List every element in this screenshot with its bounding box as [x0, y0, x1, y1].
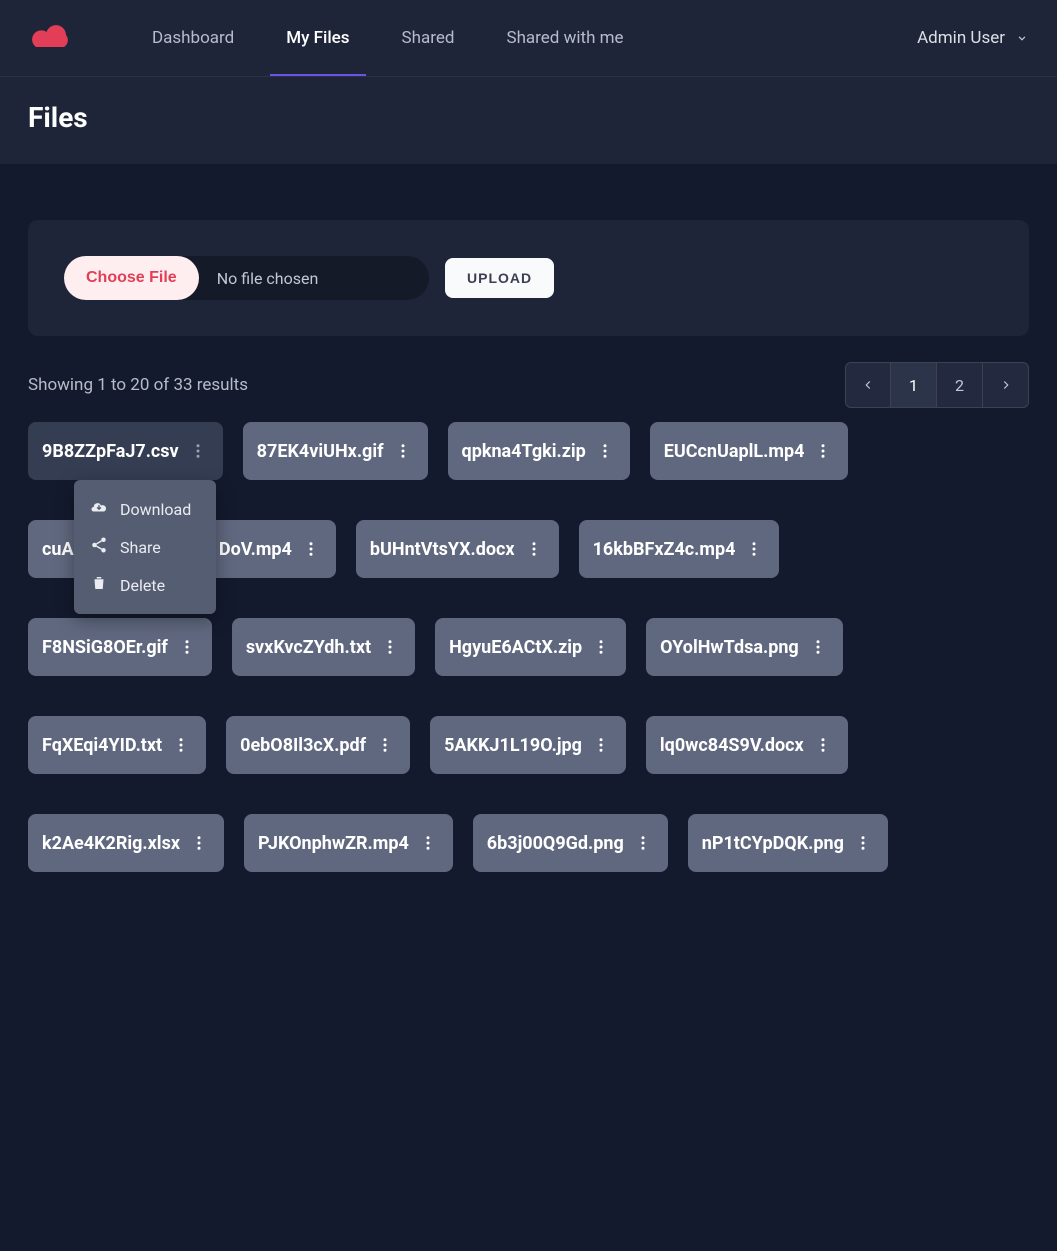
- more-icon[interactable]: [392, 440, 414, 462]
- ctx-delete[interactable]: Delete: [74, 566, 216, 604]
- more-icon[interactable]: [590, 734, 612, 756]
- choose-file-button[interactable]: Choose File: [64, 256, 199, 300]
- nav-tab-dashboard[interactable]: Dashboard: [126, 0, 260, 76]
- file-pill[interactable]: k2Ae4K2Rig.xlsx: [28, 814, 224, 872]
- more-icon[interactable]: [594, 440, 616, 462]
- delete-icon: [90, 574, 108, 596]
- app-logo: [28, 13, 78, 63]
- more-icon[interactable]: [379, 636, 401, 658]
- topnav: DashboardMy FilesSharedShared with me Ad…: [0, 0, 1057, 76]
- more-icon[interactable]: [300, 538, 322, 560]
- more-icon[interactable]: [632, 832, 654, 854]
- file-name: bUHntVtsYX.docx: [370, 539, 515, 560]
- upload-button[interactable]: UPLOAD: [445, 258, 554, 298]
- file-name: 5AKKJ1L19O.jpg: [444, 735, 582, 756]
- subheader: Files: [0, 76, 1057, 164]
- file-name: EUCcnUaplL.mp4: [664, 441, 805, 462]
- file-pill[interactable]: 9B8ZZpFaJ7.csv: [28, 422, 223, 480]
- file-name: 16kbBFxZ4c.mp4: [593, 539, 736, 560]
- file-name: OYolHwTdsa.png: [660, 637, 799, 658]
- file-pill[interactable]: bUHntVtsYX.docx: [356, 520, 559, 578]
- more-icon[interactable]: [812, 734, 834, 756]
- file-name: 9B8ZZpFaJ7.csv: [42, 441, 179, 462]
- file-pill[interactable]: EUCcnUaplL.mp4: [650, 422, 849, 480]
- ctx-label: Download: [120, 500, 191, 519]
- more-icon[interactable]: [187, 440, 209, 462]
- more-icon[interactable]: [523, 538, 545, 560]
- nav-tab-my-files[interactable]: My Files: [260, 0, 375, 76]
- page-title: Files: [28, 101, 1029, 134]
- more-icon[interactable]: [417, 832, 439, 854]
- page-next[interactable]: [983, 362, 1029, 408]
- file-name: svxKvcZYdh.txt: [246, 637, 371, 658]
- more-icon[interactable]: [188, 832, 210, 854]
- more-icon[interactable]: [374, 734, 396, 756]
- file-name: 0ebO8Il3cX.pdf: [240, 735, 366, 756]
- file-pill[interactable]: 5AKKJ1L19O.jpg: [430, 716, 626, 774]
- file-pill[interactable]: 16kbBFxZ4c.mp4: [579, 520, 780, 578]
- main: Choose File No file chosen UPLOAD Showin…: [0, 164, 1057, 872]
- user-menu[interactable]: Admin User: [917, 28, 1029, 48]
- chevron-down-icon: [1015, 31, 1029, 45]
- download-icon: [90, 498, 108, 520]
- nav-tab-shared[interactable]: Shared: [376, 0, 481, 76]
- file-picker: Choose File No file chosen: [64, 256, 429, 300]
- file-name: 87EK4viUHx.gif: [257, 441, 384, 462]
- results-text: Showing 1 to 20 of 33 results: [28, 375, 248, 395]
- file-name: nP1tCYpDQK.png: [702, 833, 844, 854]
- nav-tabs: DashboardMy FilesSharedShared with me: [126, 0, 650, 76]
- file-pill[interactable]: FqXEqi4YID.txt: [28, 716, 206, 774]
- more-icon[interactable]: [743, 538, 765, 560]
- more-icon[interactable]: [170, 734, 192, 756]
- file-name: cuA: [42, 539, 74, 560]
- more-icon[interactable]: [590, 636, 612, 658]
- page-prev[interactable]: [845, 362, 891, 408]
- paginator: 12: [845, 362, 1029, 408]
- file-name: 6b3j00Q9Gd.png: [487, 833, 624, 854]
- file-pill[interactable]: OYolHwTdsa.png: [646, 618, 843, 676]
- more-icon[interactable]: [807, 636, 829, 658]
- share-icon: [90, 536, 108, 558]
- more-icon[interactable]: [176, 636, 198, 658]
- context-menu: Download Share Delete: [74, 480, 216, 614]
- file-name: F8NSiG8OEr.gif: [42, 637, 168, 658]
- more-icon[interactable]: [812, 440, 834, 462]
- list-header: Showing 1 to 20 of 33 results 12: [28, 362, 1029, 408]
- page-2[interactable]: 2: [937, 362, 983, 408]
- ctx-download[interactable]: Download: [74, 490, 216, 528]
- ctx-share[interactable]: Share: [74, 528, 216, 566]
- file-name: qpkna4Tgki.zip: [462, 441, 586, 462]
- ctx-label: Share: [120, 538, 161, 557]
- file-name: k2Ae4K2Rig.xlsx: [42, 833, 180, 854]
- nav-tab-shared-with-me[interactable]: Shared with me: [480, 0, 649, 76]
- file-pill[interactable]: 6b3j00Q9Gd.png: [473, 814, 668, 872]
- file-pill[interactable]: 0ebO8Il3cX.pdf: [226, 716, 410, 774]
- cloud-icon: [28, 21, 76, 55]
- file-pill[interactable]: HgyuE6ACtX.zip: [435, 618, 626, 676]
- file-pill[interactable]: PJKOnphwZR.mp4: [244, 814, 453, 872]
- file-pill[interactable]: lq0wc84S9V.docx: [646, 716, 848, 774]
- file-status: No file chosen: [199, 269, 319, 288]
- upload-card: Choose File No file chosen UPLOAD: [28, 220, 1029, 336]
- ctx-label: Delete: [120, 576, 165, 595]
- file-name: FqXEqi4YID.txt: [42, 735, 162, 756]
- page-1[interactable]: 1: [891, 362, 937, 408]
- file-name: lq0wc84S9V.docx: [660, 735, 804, 756]
- file-grid: 9B8ZZpFaJ7.csv 87EK4viUHx.gif qpkna4Tgki.z…: [28, 422, 1029, 872]
- file-pill[interactable]: F8NSiG8OEr.gif: [28, 618, 212, 676]
- user-name: Admin User: [917, 28, 1005, 48]
- file-pill[interactable]: 87EK4viUHx.gif: [243, 422, 428, 480]
- file-name: PJKOnphwZR.mp4: [258, 833, 409, 854]
- file-pill[interactable]: svxKvcZYdh.txt: [232, 618, 415, 676]
- file-pill[interactable]: nP1tCYpDQK.png: [688, 814, 888, 872]
- more-icon[interactable]: [852, 832, 874, 854]
- file-name: HgyuE6ACtX.zip: [449, 637, 582, 658]
- file-pill[interactable]: qpkna4Tgki.zip: [448, 422, 630, 480]
